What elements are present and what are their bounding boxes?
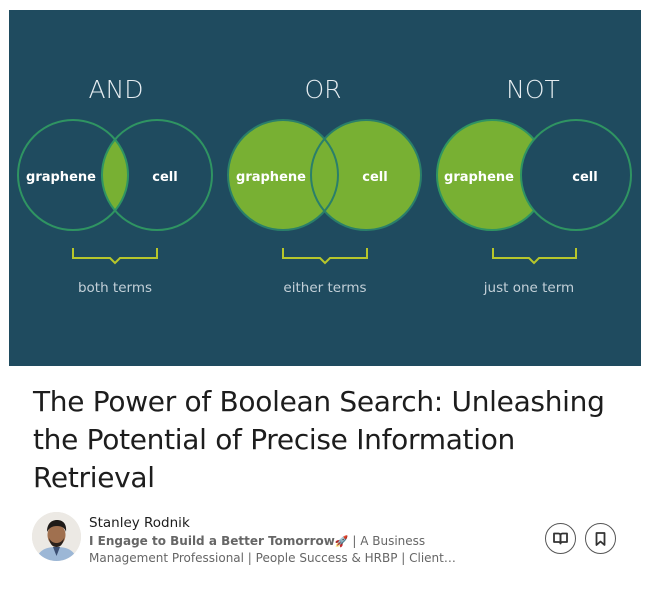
and-bracket bbox=[72, 248, 158, 265]
rocket-icon: 🚀 bbox=[334, 535, 349, 548]
headline-bold: I Engage to Build a Better Tomorrow bbox=[89, 534, 335, 548]
not-right-term: cell bbox=[572, 170, 597, 185]
article-title[interactable]: The Power of Boolean Search: Unleashing … bbox=[33, 383, 613, 497]
profile-photo-icon bbox=[32, 512, 81, 561]
open-book-icon bbox=[553, 532, 568, 545]
author-headline: I Engage to Build a Better Tomorrow🚀 | A… bbox=[89, 533, 489, 567]
and-heading: AND bbox=[88, 75, 143, 104]
or-caption: either terms bbox=[283, 280, 366, 296]
not-bracket bbox=[492, 248, 577, 265]
avatar[interactable] bbox=[32, 512, 81, 561]
and-right-term: cell bbox=[152, 170, 177, 185]
or-diagram: OR graphene cell either terms bbox=[227, 75, 422, 296]
save-button[interactable] bbox=[585, 523, 616, 554]
not-left-term: graphene bbox=[444, 170, 514, 185]
not-heading: NOT bbox=[506, 75, 560, 104]
not-diagram: NOT graphene cell just one term bbox=[436, 75, 632, 296]
author-byline: Stanley Rodnik I Engage to Build a Bette… bbox=[32, 512, 632, 572]
and-left-term: graphene bbox=[26, 170, 96, 185]
and-diagram: AND graphene cell both terms bbox=[17, 75, 213, 296]
or-heading: OR bbox=[304, 75, 341, 104]
bookmark-icon bbox=[595, 531, 606, 546]
author-name[interactable]: Stanley Rodnik bbox=[89, 515, 190, 531]
or-left-term: graphene bbox=[236, 170, 306, 185]
not-caption: just one term bbox=[483, 280, 574, 296]
and-caption: both terms bbox=[78, 280, 152, 296]
or-right-term: cell bbox=[362, 170, 387, 185]
boolean-venn-diagrams: AND graphene cell both terms OR graphene… bbox=[17, 75, 632, 296]
or-bracket bbox=[282, 248, 368, 265]
read-button[interactable] bbox=[545, 523, 576, 554]
article-cover-image: AND graphene cell both terms OR graphene… bbox=[9, 10, 641, 366]
